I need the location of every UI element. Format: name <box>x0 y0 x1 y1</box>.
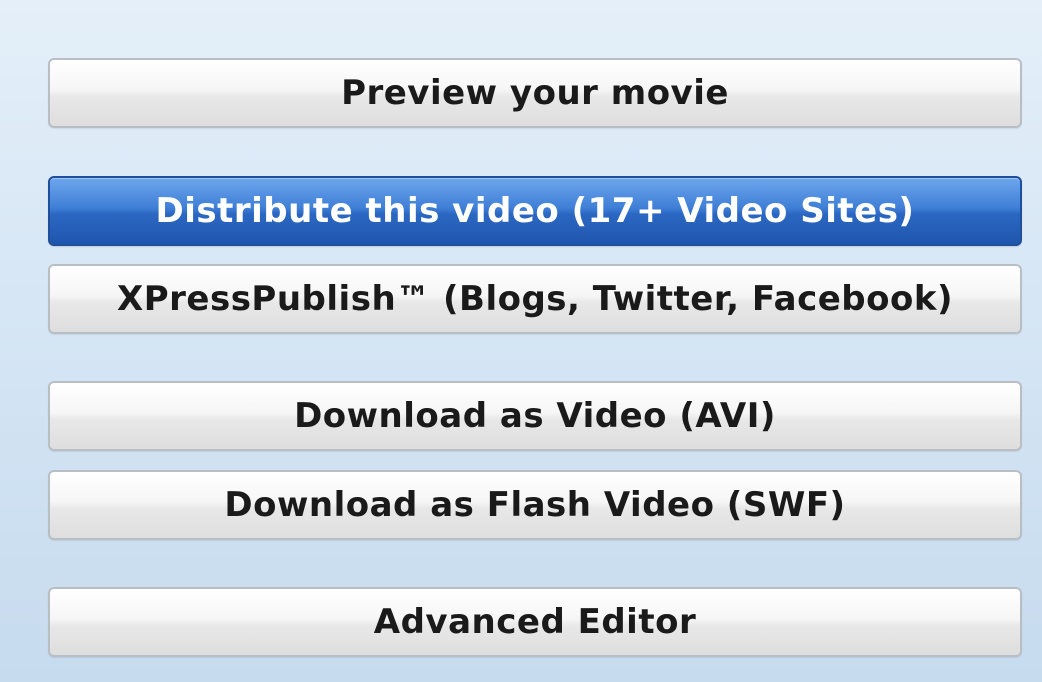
distribute-video-label: Distribute this video (17+ Video Sites) <box>155 191 915 231</box>
action-panel: Preview your movie Distribute this video… <box>0 0 1042 682</box>
download-swf-button[interactable]: Download as Flash Video (SWF) <box>48 470 1022 540</box>
xpresspublish-label: XPressPublish™ (Blogs, Twitter, Facebook… <box>117 279 953 319</box>
download-swf-label: Download as Flash Video (SWF) <box>224 485 846 525</box>
preview-movie-button[interactable]: Preview your movie <box>48 58 1022 128</box>
download-avi-label: Download as Video (AVI) <box>294 396 776 436</box>
preview-movie-label: Preview your movie <box>341 73 729 113</box>
advanced-editor-button[interactable]: Advanced Editor <box>48 587 1022 657</box>
download-avi-button[interactable]: Download as Video (AVI) <box>48 381 1022 451</box>
distribute-video-button[interactable]: Distribute this video (17+ Video Sites) <box>48 176 1022 246</box>
xpresspublish-button[interactable]: XPressPublish™ (Blogs, Twitter, Facebook… <box>48 264 1022 334</box>
advanced-editor-label: Advanced Editor <box>373 602 697 642</box>
